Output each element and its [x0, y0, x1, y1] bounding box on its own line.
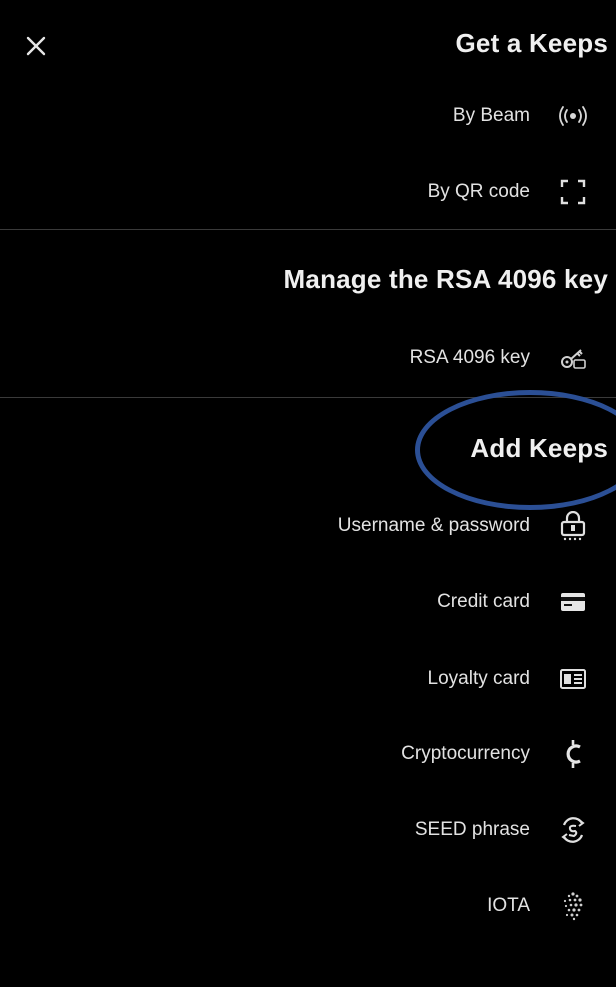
loyalty-card-label: Loyalty card [427, 668, 530, 689]
beam-icon [556, 99, 590, 133]
iota-item[interactable]: IOTA [487, 882, 616, 930]
seed-phrase-label: SEED phrase [414, 819, 530, 840]
username-password-item[interactable]: Username & password [338, 502, 616, 550]
credit-card-icon [556, 585, 590, 619]
by-beam-item[interactable]: By Beam [453, 92, 616, 140]
divider [0, 229, 616, 230]
close-icon [26, 36, 46, 56]
by-beam-label: By Beam [452, 105, 530, 126]
credit-card-label: Credit card [437, 591, 530, 612]
section-title-manage-rsa: Manage the RSA 4096 key [283, 264, 608, 294]
iota-icon [556, 889, 590, 923]
section-title-add-keeps: Add Keeps [470, 433, 608, 463]
rsa-key-item[interactable]: RSA 4096 key [410, 334, 616, 382]
cryptocurrency-item[interactable]: Cryptocurrency [401, 730, 616, 778]
rsa-key-label: RSA 4096 key [409, 347, 530, 368]
key-icon [556, 341, 590, 375]
crypto-icon [556, 737, 590, 771]
close-button[interactable] [18, 28, 54, 64]
menu-screen: Get a Keeps By Beam By QR code Manage th… [0, 0, 616, 987]
by-qr-code-label: By QR code [427, 181, 530, 202]
by-qr-code-item[interactable]: By QR code [428, 168, 616, 216]
seed-icon [556, 813, 590, 847]
cryptocurrency-label: Cryptocurrency [401, 743, 530, 764]
divider [0, 397, 616, 398]
qr-scan-icon [556, 175, 590, 209]
loyalty-card-icon [556, 662, 590, 696]
section-title-get-keeps: Get a Keeps [455, 28, 608, 58]
password-lock-icon [556, 509, 590, 543]
seed-phrase-item[interactable]: SEED phrase [415, 806, 616, 854]
credit-card-item[interactable]: Credit card [437, 578, 616, 626]
loyalty-card-item[interactable]: Loyalty card [428, 655, 616, 703]
username-password-label: Username & password [337, 515, 530, 536]
iota-label: IOTA [487, 895, 530, 916]
